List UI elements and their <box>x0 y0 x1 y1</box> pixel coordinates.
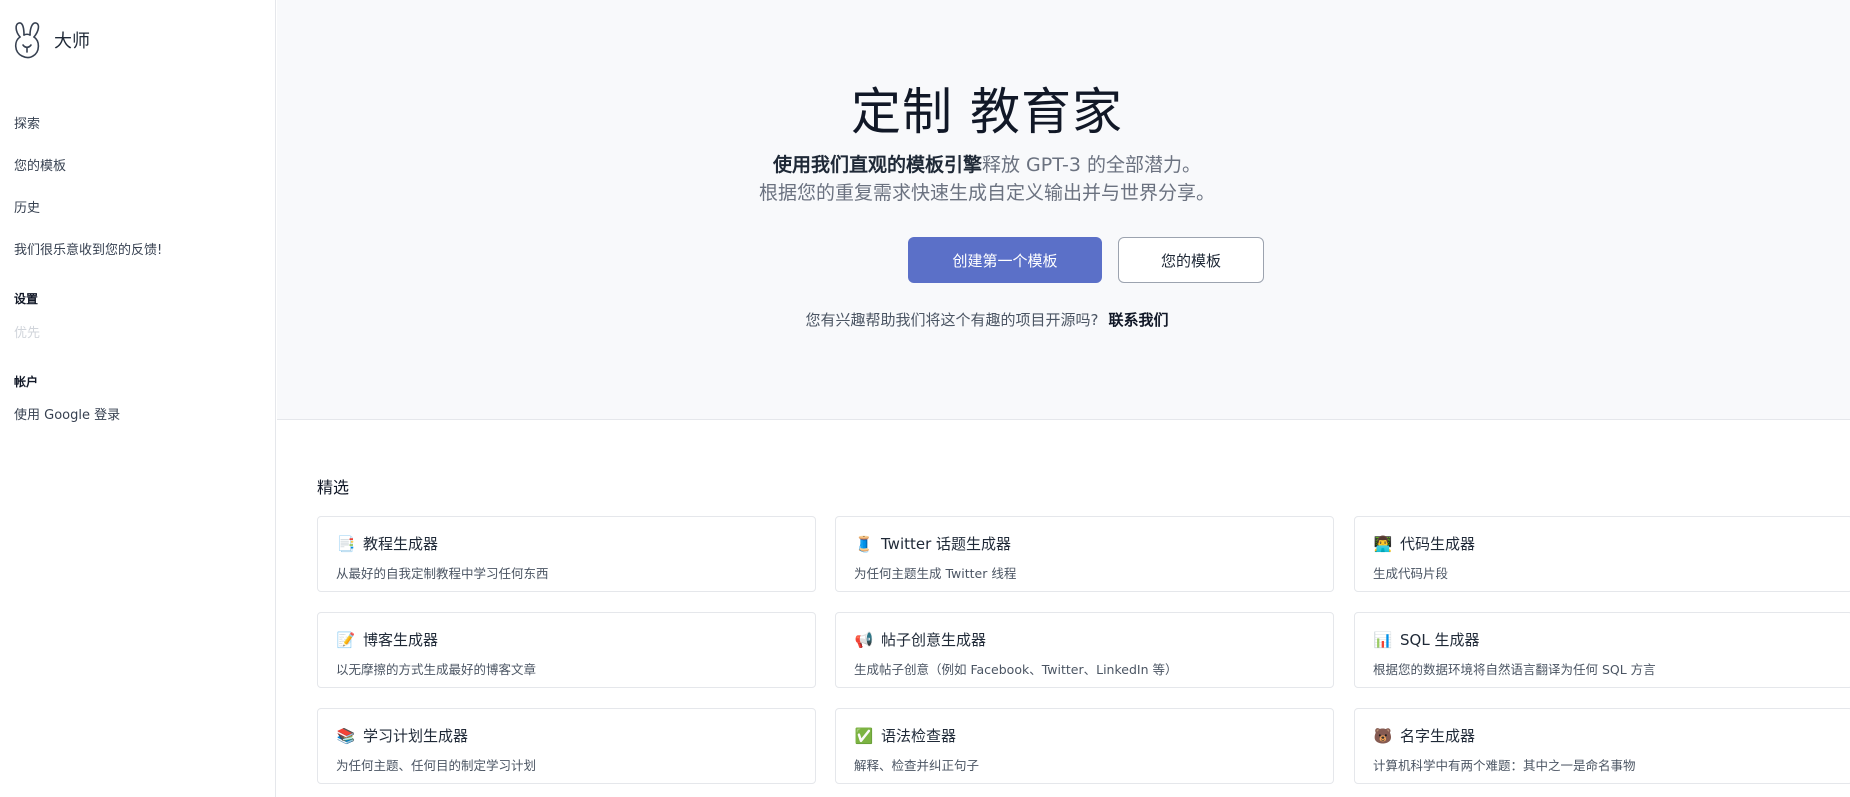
nav-explore[interactable]: 探索 <box>14 113 40 132</box>
card-description: 根据您的数据环境将自然语言翻译为任何 SQL 方言 <box>1373 662 1656 677</box>
card-title: 📊 SQL 生成器 <box>1373 629 1480 650</box>
card-title-text: Twitter 话题生成器 <box>881 535 1012 553</box>
sidebar: 大师 探索 您的模板 历史 我们很乐意收到您的反馈! 设置 优先 帐户 使用 G… <box>0 0 276 797</box>
card-title: 👨‍💻 代码生成器 <box>1373 533 1475 554</box>
template-card-twitter-thread[interactable]: 🧵 Twitter 话题生成器 为任何主题生成 Twitter 线程 <box>835 516 1334 592</box>
create-first-template-button[interactable]: 创建第一个模板 <box>908 237 1102 283</box>
card-title: 🐻 名字生成器 <box>1373 725 1475 746</box>
card-description: 计算机科学中有两个难题：其中之一是命名事物 <box>1373 758 1636 773</box>
card-title-text: 教程生成器 <box>363 535 439 553</box>
hero-subtitle-bold: 使用我们直观的模板引擎 <box>772 154 982 176</box>
document-icon: 📑 <box>336 534 356 553</box>
hero-subtitle: 使用我们直观的模板引擎释放 GPT-3 的全部潜力。 根据您的重复需求快速生成自… <box>277 151 1697 207</box>
megaphone-icon: 📢 <box>854 630 874 649</box>
card-title-text: 帖子创意生成器 <box>881 631 987 649</box>
page-title: 定制 教育家 <box>851 83 1123 141</box>
featured-section-title: 精选 <box>317 478 350 497</box>
template-card-tutorial[interactable]: 📑 教程生成器 从最好的自我定制教程中学习任何东西 <box>317 516 816 592</box>
account-section-title: 帐户 <box>14 375 39 389</box>
rabbit-logo-icon <box>11 20 43 60</box>
card-title-text: 学习计划生成器 <box>363 727 469 745</box>
template-card-sql[interactable]: 📊 SQL 生成器 根据您的数据环境将自然语言翻译为任何 SQL 方言 <box>1354 612 1850 688</box>
books-icon: 📚 <box>336 726 356 745</box>
template-card-name[interactable]: 🐻 名字生成器 计算机科学中有两个难题：其中之一是命名事物 <box>1354 708 1850 784</box>
open-source-prompt: 您有兴趣帮助我们将这个有趣的项目开源吗? 联系我们 <box>277 309 1697 330</box>
card-title-text: 语法检查器 <box>881 727 957 745</box>
card-description: 为任何主题、任何目的制定学习计划 <box>336 758 537 773</box>
card-title: 📚 学习计划生成器 <box>336 725 468 746</box>
bear-face-icon: 🐻 <box>1373 726 1393 745</box>
nav-preferences[interactable]: 优先 <box>14 322 40 341</box>
card-title-text: 名字生成器 <box>1400 727 1476 745</box>
card-description: 生成代码片段 <box>1373 566 1449 581</box>
settings-section-title: 设置 <box>14 292 39 306</box>
card-title: 🧵 Twitter 话题生成器 <box>854 533 1011 554</box>
card-description: 解释、检查并纠正句子 <box>854 758 980 773</box>
your-templates-button[interactable]: 您的模板 <box>1118 237 1264 283</box>
nav-feedback[interactable]: 我们很乐意收到您的反馈! <box>14 239 162 258</box>
card-title: 📑 教程生成器 <box>336 533 438 554</box>
card-description: 以无摩擦的方式生成最好的博客文章 <box>336 662 537 677</box>
check-mark-icon: ✅ <box>854 726 874 745</box>
hero-subtitle-rest: 释放 GPT-3 的全部潜力。 <box>981 154 1202 176</box>
hero-subtitle-line2: 根据您的重复需求快速生成自定义输出并与世界分享。 <box>758 182 1215 204</box>
hero-subtitle-line1: 使用我们直观的模板引擎释放 GPT-3 的全部潜力。 <box>277 151 1697 179</box>
contact-us-link[interactable]: 联系我们 <box>1108 311 1168 329</box>
technologist-icon: 👨‍💻 <box>1373 534 1393 553</box>
thread-spool-icon: 🧵 <box>854 534 874 553</box>
card-description: 为任何主题生成 Twitter 线程 <box>854 566 1017 581</box>
card-title: ✅ 语法检查器 <box>854 725 956 746</box>
bar-chart-icon: 📊 <box>1373 630 1393 649</box>
brand-name: 大师 <box>54 31 90 52</box>
template-card-blog[interactable]: 📝 博客生成器 以无摩擦的方式生成最好的博客文章 <box>317 612 816 688</box>
nav-your-templates[interactable]: 您的模板 <box>14 155 66 174</box>
card-title: 📝 博客生成器 <box>336 629 438 650</box>
card-title-text: SQL 生成器 <box>1400 631 1480 649</box>
template-card-grammar[interactable]: ✅ 语法检查器 解释、检查并纠正句子 <box>835 708 1334 784</box>
card-description: 生成帖子创意（例如 Facebook、Twitter、LinkedIn 等） <box>854 662 1178 677</box>
template-card-post-ideas[interactable]: 📢 帖子创意生成器 生成帖子创意（例如 Facebook、Twitter、Link… <box>835 612 1334 688</box>
nav-history[interactable]: 历史 <box>14 197 40 216</box>
main-content: 定制 教育家 使用我们直观的模板引擎释放 GPT-3 的全部潜力。 根据您的重复… <box>277 0 1850 797</box>
card-title-text: 代码生成器 <box>1400 535 1476 553</box>
memo-icon: 📝 <box>336 630 356 649</box>
contact-question: 您有兴趣帮助我们将这个有趣的项目开源吗? <box>805 311 1099 329</box>
template-card-study-plan[interactable]: 📚 学习计划生成器 为任何主题、任何目的制定学习计划 <box>317 708 816 784</box>
card-title-text: 博客生成器 <box>363 631 439 649</box>
hero-section: 定制 教育家 使用我们直观的模板引擎释放 GPT-3 的全部潜力。 根据您的重复… <box>277 0 1850 420</box>
card-title: 📢 帖子创意生成器 <box>854 629 986 650</box>
card-description: 从最好的自我定制教程中学习任何东西 <box>336 566 549 581</box>
google-login-link[interactable]: 使用 Google 登录 <box>14 404 120 423</box>
template-card-code[interactable]: 👨‍💻 代码生成器 生成代码片段 <box>1354 516 1850 592</box>
brand[interactable]: 大师 <box>11 20 90 60</box>
